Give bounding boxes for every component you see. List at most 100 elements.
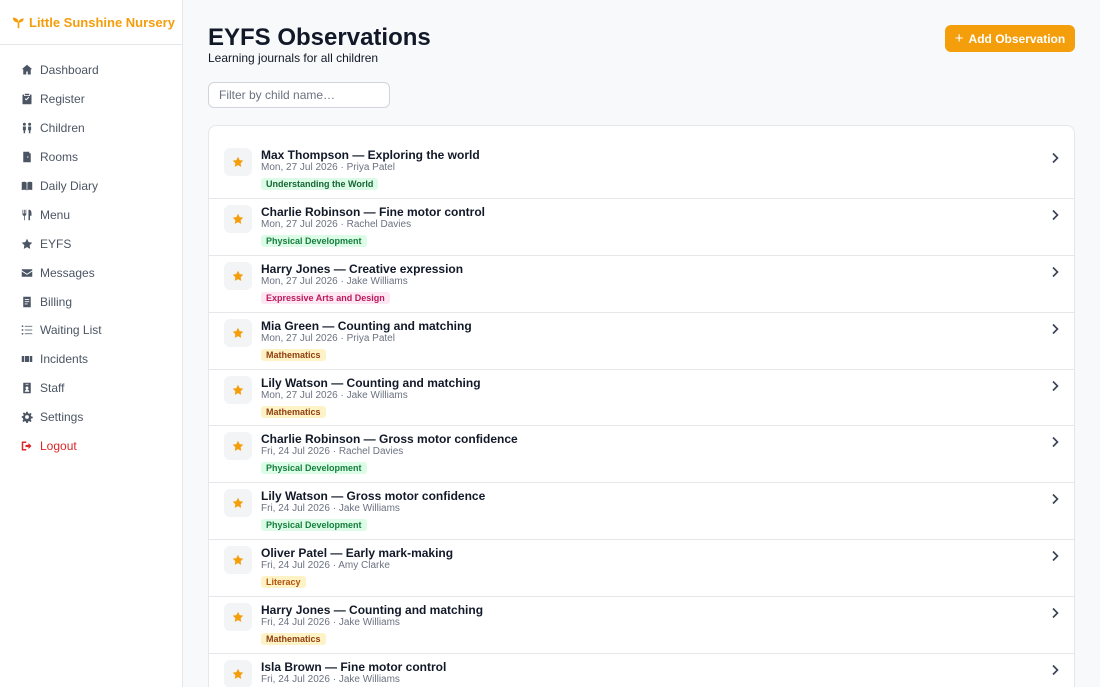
- logout-icon: [20, 440, 33, 453]
- chevron-right-icon: [1050, 492, 1060, 505]
- sidebar-item-eyfs[interactable]: EYFS: [0, 229, 182, 258]
- envelope-icon: [20, 266, 33, 279]
- area-tag: Physical Development: [261, 519, 367, 532]
- sidebar-item-label: Incidents: [40, 352, 89, 367]
- sidebar-item-register[interactable]: Register: [0, 85, 182, 114]
- add-observation-button[interactable]: + Add Observation: [945, 25, 1075, 52]
- sidebar-nav: Dashboard Register Children Rooms Daily Diar…: [0, 56, 182, 460]
- observation-row[interactable]: Lily Watson — Gross motor confidence Fri,…: [209, 483, 1074, 541]
- chevron-right-icon: [1050, 208, 1060, 220]
- observation-title: Lily Watson — Gross motor confidence: [261, 489, 486, 504]
- page-title: EYFS Observations: [208, 24, 431, 51]
- plus-icon: +: [954, 30, 964, 47]
- area-tag: Mathematics: [261, 633, 326, 646]
- observation-row[interactable]: Harry Jones — Creative expression Mon, 27…: [209, 256, 1074, 313]
- page-subtitle: Learning journals for all children: [208, 51, 379, 65]
- sidebar-item-rooms[interactable]: Rooms: [0, 143, 182, 172]
- observation-row[interactable]: Max Thompson — Exploring the world Mon, 2…: [209, 142, 1074, 199]
- chevron-right-icon: [1050, 379, 1060, 391]
- area-tag: Understanding the World: [261, 178, 379, 190]
- sidebar-item-children[interactable]: Children: [0, 114, 182, 143]
- observations-card: Max Thompson — Exploring the world Mon, 2…: [208, 125, 1075, 687]
- sidebar-item-label: Messages: [40, 265, 95, 280]
- observation-row[interactable]: Charlie Robinson — Fine motor control Mon…: [209, 199, 1074, 256]
- sidebar-item-label: Billing: [40, 294, 73, 309]
- children-icon: [20, 122, 33, 135]
- chevron-right-icon: [1050, 663, 1060, 676]
- area-tag: Physical Development: [261, 234, 367, 247]
- door-icon: [20, 151, 33, 164]
- star-icon: [224, 660, 252, 687]
- sidebar-item-messages[interactable]: Messages: [0, 258, 182, 287]
- observation-title: Charlie Robinson — Fine motor control: [261, 204, 486, 219]
- sidebar-item-label: Settings: [40, 410, 84, 425]
- observation-row[interactable]: Oliver Patel — Early mark-making Fri, 24 …: [209, 540, 1074, 598]
- observation-row[interactable]: Isla Brown — Fine motor control Fri, 24 J…: [209, 654, 1074, 687]
- star-icon: [224, 204, 252, 233]
- observation-title: Mia Green — Counting and matching: [261, 318, 472, 333]
- sidebar-item-staff[interactable]: Staff: [0, 374, 182, 403]
- star-icon: [224, 375, 252, 404]
- clipboard-icon: [20, 93, 33, 106]
- sidebar-item-incidents[interactable]: Incidents: [0, 345, 182, 374]
- star-icon: [224, 318, 252, 347]
- observation-meta: Fri, 24 Jul 2026 · Jake Williams: [261, 617, 400, 629]
- star-icon: [224, 432, 252, 461]
- sidebar-item-label: Register: [40, 92, 85, 107]
- sidebar-item-logout[interactable]: Logout: [0, 432, 182, 461]
- sidebar-item-settings[interactable]: Settings: [0, 403, 182, 432]
- star-icon: [20, 237, 33, 250]
- sidebar-item-label: Staff: [40, 381, 65, 396]
- seedling-icon: [12, 16, 25, 29]
- star-icon: [224, 546, 252, 575]
- sidebar-item-label: Children: [40, 121, 85, 136]
- main-content: EYFS Observations Learning journals for …: [183, 0, 1100, 687]
- observation-row[interactable]: Lily Watson — Counting and matching Mon, …: [209, 370, 1074, 427]
- observation-row[interactable]: Charlie Robinson — Gross motor confidenc…: [209, 426, 1074, 484]
- observation-meta: Mon, 27 Jul 2026 · Jake Williams: [261, 389, 408, 401]
- observation-meta: Fri, 24 Jul 2026 · Amy Clarke: [261, 560, 390, 572]
- chevron-right-icon: [1050, 549, 1060, 562]
- star-icon: [224, 148, 252, 176]
- observation-title: Charlie Robinson — Gross motor confidenc…: [261, 432, 518, 447]
- chevron-right-icon: [1050, 151, 1060, 164]
- observation-meta: Mon, 27 Jul 2026 · Jake Williams: [261, 275, 408, 287]
- add-observation-label: Add Observation: [968, 31, 1066, 46]
- observation-title: Lily Watson — Counting and matching: [261, 375, 481, 390]
- filter-child-input[interactable]: [208, 82, 390, 108]
- bandage-icon: [20, 353, 33, 366]
- observation-title: Harry Jones — Counting and matching: [261, 603, 484, 618]
- home-icon: [20, 64, 33, 77]
- sidebar-item-label: Dashboard: [40, 63, 99, 78]
- star-icon: [224, 489, 252, 518]
- area-tag: Mathematics: [261, 348, 326, 361]
- sidebar-item-daily-diary[interactable]: Daily Diary: [0, 172, 182, 201]
- sidebar-item-billing[interactable]: Billing: [0, 287, 182, 316]
- observation-title: Isla Brown — Fine motor control: [261, 660, 447, 675]
- id-badge-icon: [20, 382, 33, 395]
- area-tag: Literacy: [261, 576, 306, 589]
- list-icon: [20, 324, 33, 337]
- observation-meta: Mon, 27 Jul 2026 · Priya Patel: [261, 332, 395, 344]
- sidebar: Little Sunshine Nursery Dashboard Registe…: [0, 0, 183, 687]
- observation-title: Max Thompson — Exploring the world: [261, 148, 480, 162]
- observation-meta: Fri, 24 Jul 2026 · Jake Williams: [261, 503, 400, 515]
- sidebar-item-menu[interactable]: Menu: [0, 200, 182, 229]
- sidebar-item-label: Daily Diary: [40, 179, 99, 193]
- chevron-right-icon: [1050, 265, 1060, 277]
- observation-row[interactable]: Mia Green — Counting and matching Mon, 27…: [209, 313, 1074, 370]
- star-icon: [224, 603, 252, 632]
- sidebar-item-label: Logout: [40, 439, 77, 454]
- utensils-icon: [20, 208, 33, 221]
- sidebar-item-waiting-list[interactable]: Waiting List: [0, 316, 182, 345]
- observation-row[interactable]: Harry Jones — Counting and matching Fri, …: [209, 597, 1074, 655]
- observation-meta: Fri, 24 Jul 2026 · Jake Williams: [261, 674, 400, 686]
- star-icon: [224, 261, 252, 290]
- observation-meta: Mon, 27 Jul 2026 · Rachel Davies: [261, 218, 412, 230]
- sidebar-item-label: Menu: [40, 207, 71, 222]
- chevron-right-icon: [1050, 606, 1060, 619]
- sidebar-item-dashboard[interactable]: Dashboard: [0, 56, 182, 85]
- invoice-icon: [20, 295, 33, 308]
- brand[interactable]: Little Sunshine Nursery: [0, 0, 182, 45]
- observation-title: Harry Jones — Creative expression: [261, 261, 464, 276]
